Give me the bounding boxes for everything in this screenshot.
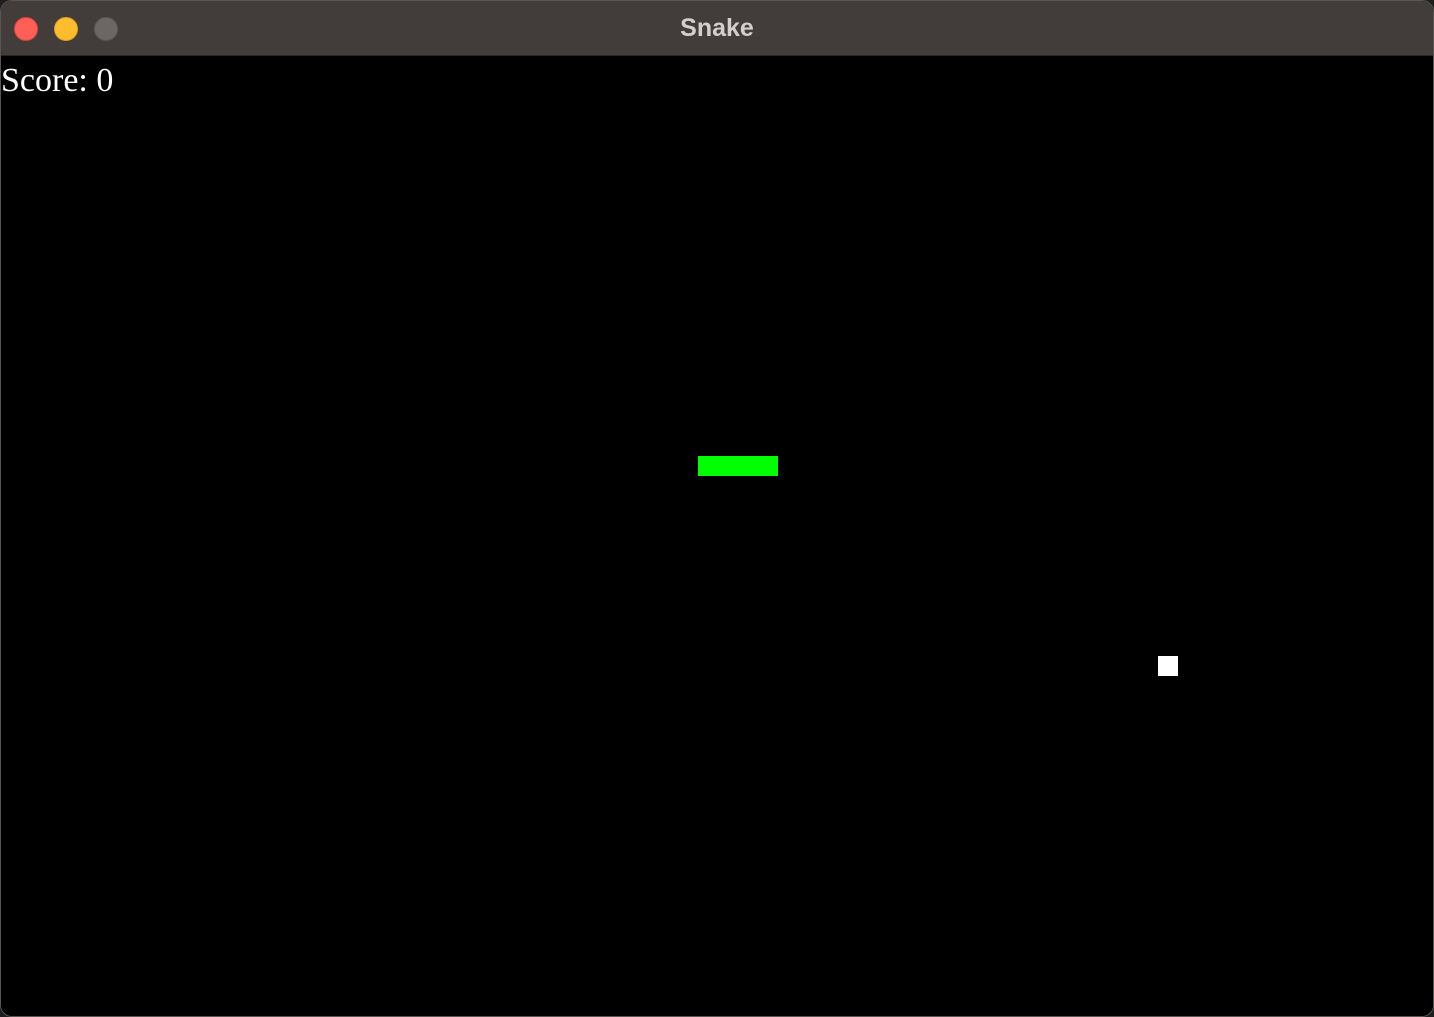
food-pellet: [1158, 656, 1178, 676]
snake-head: [758, 456, 778, 476]
window-title: Snake: [680, 14, 754, 42]
app-window: Snake Score: 0: [0, 0, 1434, 1017]
snake-segment: [718, 456, 738, 476]
title-bar[interactable]: Snake: [1, 1, 1433, 56]
score-label: Score: 0: [1, 62, 114, 99]
game-board[interactable]: Score: 0: [1, 56, 1433, 1016]
snake-segment: [698, 456, 718, 476]
snake-segment: [738, 456, 758, 476]
